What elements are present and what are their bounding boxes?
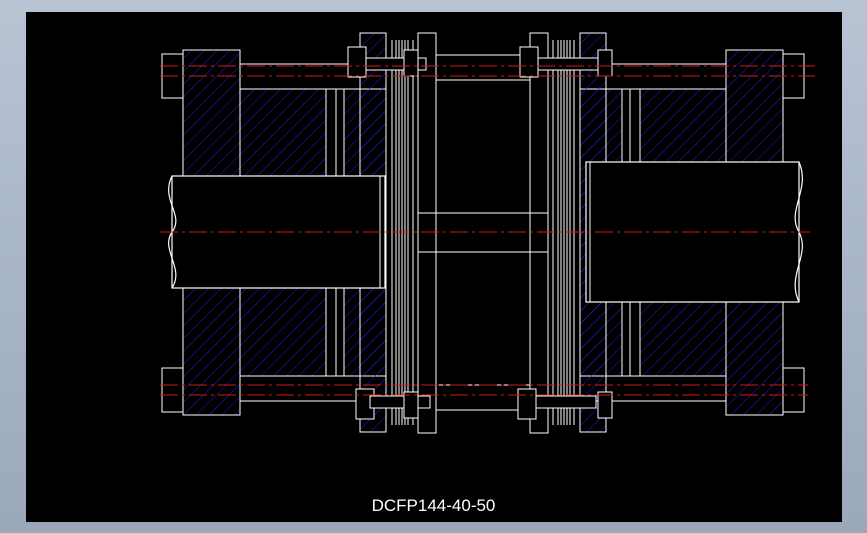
drawing-label: DCFP144-40-50: [371, 496, 496, 515]
bolt-head-bottom-left: [161, 367, 184, 413]
coupling-drawing: [160, 32, 815, 434]
spacer: [417, 32, 549, 434]
bolt-head-bottom-right: [782, 367, 805, 413]
